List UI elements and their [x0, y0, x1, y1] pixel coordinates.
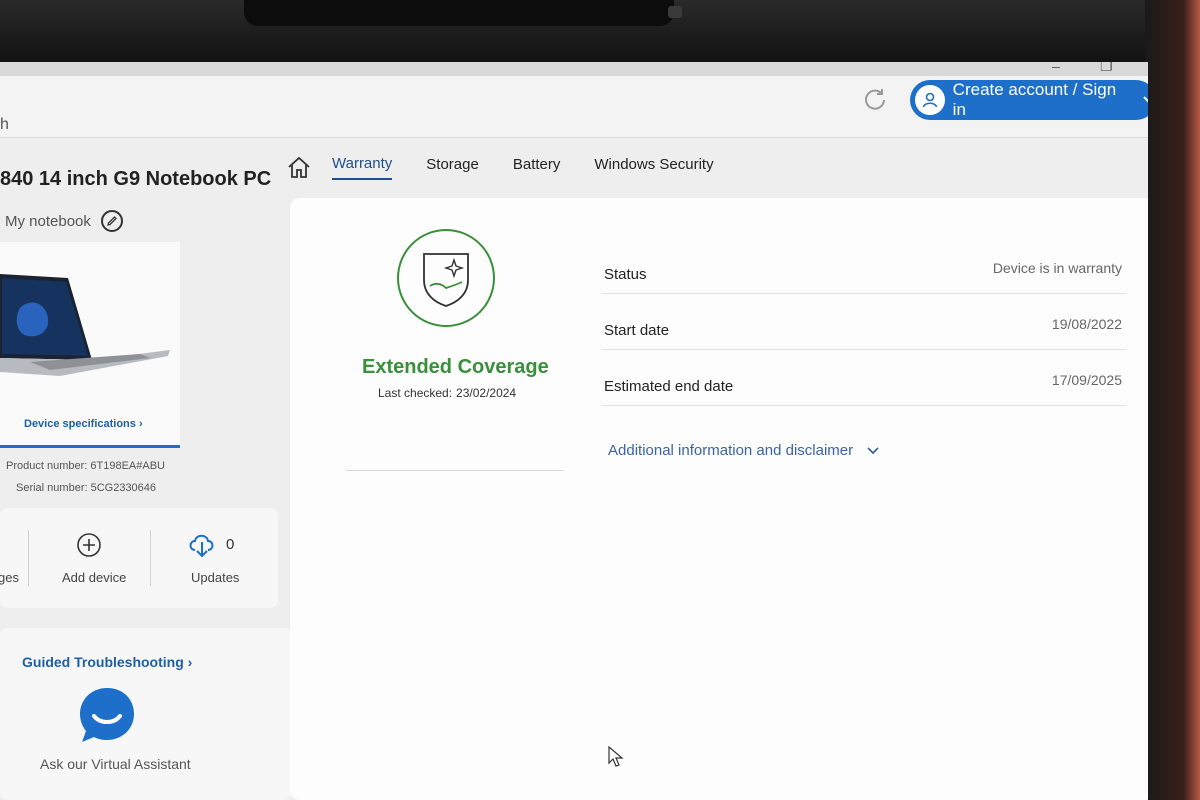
status-value: Device is in warranty: [992, 260, 1122, 276]
device-specifications-link[interactable]: Device specifications ›: [24, 418, 143, 430]
serial-number: Serial number: 5CG2330646: [16, 482, 157, 494]
home-icon[interactable]: [286, 154, 312, 180]
camera-icon: [668, 6, 682, 18]
minimize-icon[interactable]: –: [1052, 62, 1060, 74]
signin-label: Create account / Sign in: [952, 80, 1117, 119]
tab-battery[interactable]: Battery: [513, 156, 561, 179]
end-date-value: 17/09/2025: [1051, 372, 1122, 388]
tab-storage[interactable]: Storage: [426, 156, 479, 179]
chat-bubble-icon[interactable]: [76, 684, 138, 746]
action-partial-label: ges: [0, 570, 19, 585]
last-checked-date: 23/02/2024: [456, 386, 517, 400]
device-title: 840 14 inch G9 Notebook PC: [0, 168, 272, 190]
cursor-icon: [608, 746, 624, 767]
actions-card: ges Add device 0 Updates: [0, 508, 278, 608]
last-checked-label: Last checked:: [378, 386, 453, 400]
product-number: Product number: 6T198EA#ABU: [6, 460, 165, 472]
device-nickname: My notebook: [5, 212, 91, 230]
end-date-row: Estimated end date 17/09/2025: [602, 350, 1126, 406]
plus-circle-icon: [77, 533, 101, 557]
app-window: – ❐ h Create account / Sign in 840 14 in…: [0, 62, 1148, 800]
screen-bezel-right: [1145, 0, 1200, 800]
start-date-value: 19/08/2022: [1051, 316, 1122, 332]
help-card: Guided Troubleshooting › Ask our Virtual…: [0, 628, 292, 800]
add-device-button[interactable]: Add device: [40, 508, 144, 608]
warranty-info-table: Status Device is in warranty Start date …: [602, 238, 1126, 406]
maximize-icon[interactable]: ❐: [1100, 62, 1113, 75]
start-date-row: Start date 19/08/2022: [602, 294, 1126, 350]
cloud-download-icon: [189, 534, 214, 558]
start-date-label: Start date: [604, 322, 670, 339]
virtual-assistant-label[interactable]: Ask our Virtual Assistant: [40, 756, 191, 772]
laptop-image: [0, 274, 170, 376]
status-label: Status: [604, 266, 647, 283]
divider: [346, 470, 564, 471]
warranty-panel: Extended Coverage Last checked: 23/02/20…: [290, 198, 1148, 800]
signin-button[interactable]: Create account / Sign in: [910, 80, 1148, 120]
updates-count: 0: [226, 536, 235, 553]
camera-bar: [244, 0, 682, 26]
tab-windows-security[interactable]: Windows Security: [594, 156, 713, 179]
refresh-icon[interactable]: [862, 86, 888, 112]
device-card[interactable]: Device specifications ›: [0, 242, 180, 448]
nickname-row: My notebook: [5, 210, 123, 232]
tab-bar: Warranty Storage Battery Windows Securit…: [286, 154, 748, 180]
window-controls: – ❐: [0, 62, 1148, 76]
screen-bezel-top: [0, 0, 1200, 62]
updates-label: Updates: [191, 570, 240, 585]
edit-icon[interactable]: [100, 210, 123, 232]
add-device-label: Add device: [62, 570, 127, 585]
chevron-down-icon: [1143, 96, 1148, 103]
coverage-title: Extended Coverage: [362, 356, 549, 378]
action-partial[interactable]: ges: [0, 508, 30, 608]
shield-icon: [397, 229, 495, 327]
chevron-down-icon: [867, 446, 879, 454]
divider: [150, 530, 151, 586]
search-label: h: [0, 116, 9, 133]
divider: [28, 530, 29, 586]
tab-warranty[interactable]: Warranty: [332, 155, 393, 180]
guided-troubleshooting-link[interactable]: Guided Troubleshooting ›: [22, 654, 192, 670]
end-date-label: Estimated end date: [604, 378, 734, 395]
updates-button[interactable]: 0 Updates: [160, 508, 270, 608]
top-bar: h Create account / Sign in: [0, 76, 1148, 138]
disclaimer-toggle[interactable]: Additional information and disclaimer: [608, 442, 879, 459]
disclaimer-label: Additional information and disclaimer: [608, 442, 854, 459]
last-checked: Last checked: 23/02/2024: [378, 386, 516, 400]
user-icon: [915, 85, 945, 115]
status-row: Status Device is in warranty: [602, 238, 1126, 294]
